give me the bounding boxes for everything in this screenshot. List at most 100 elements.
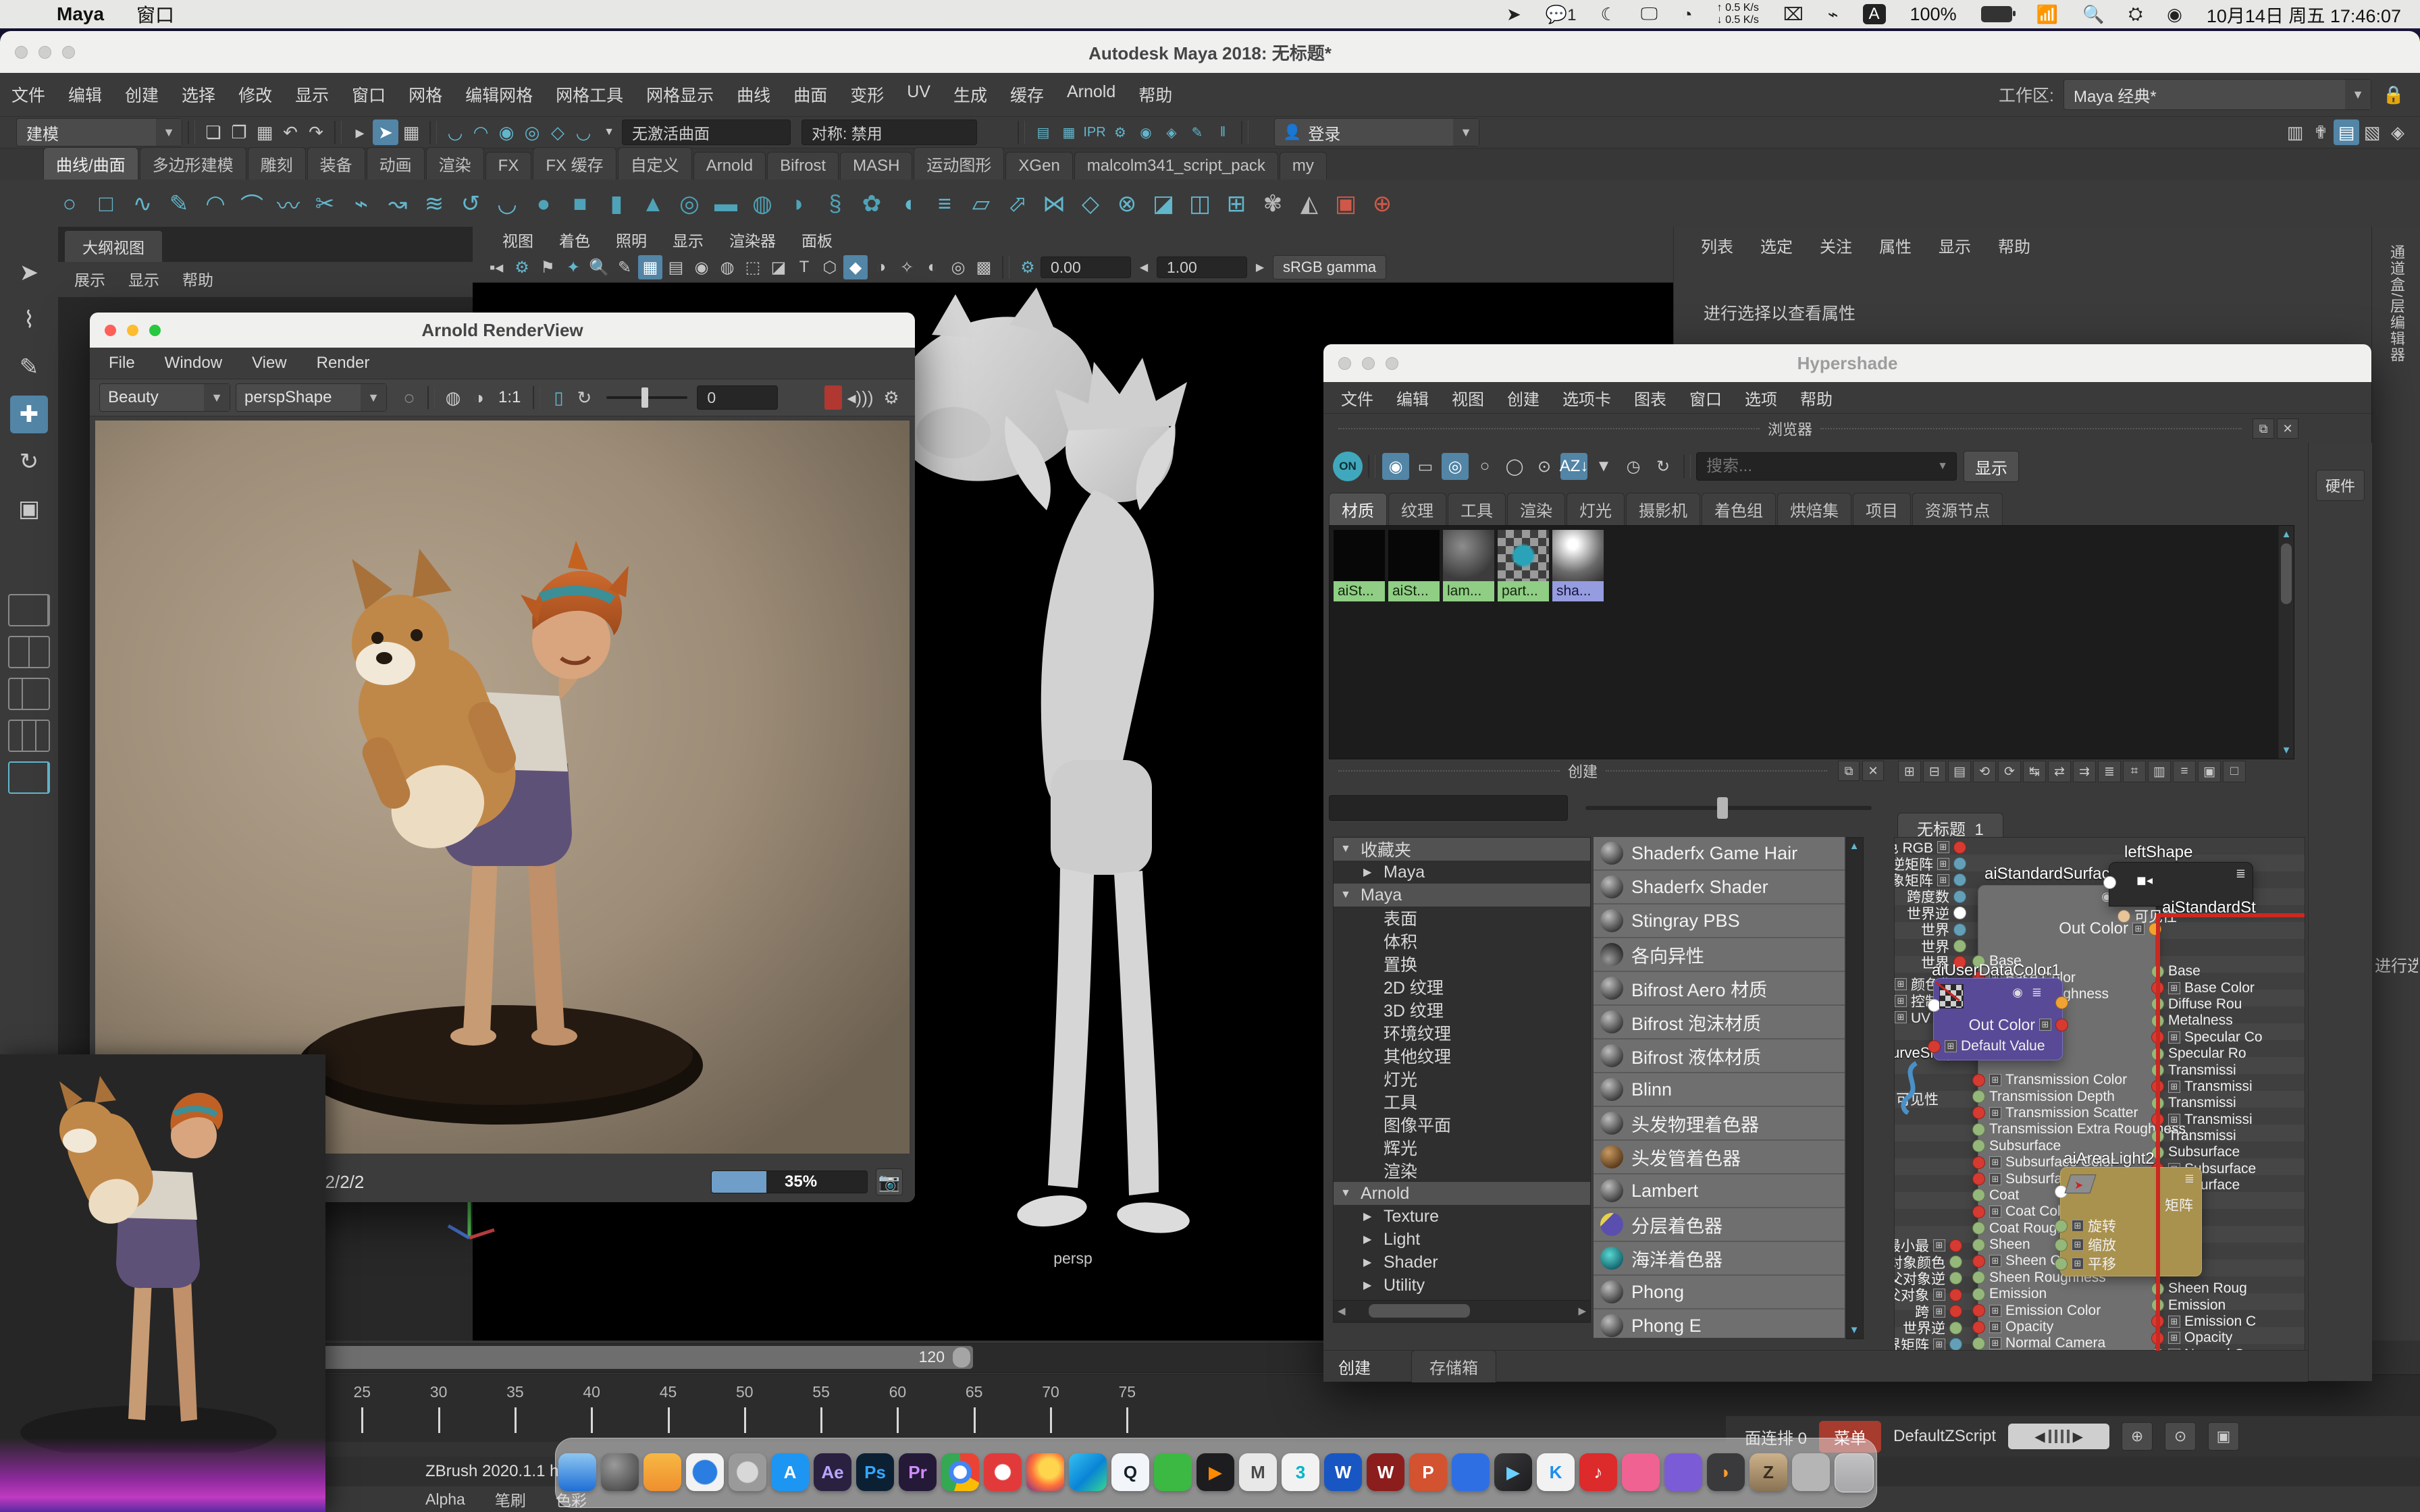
expand-icon[interactable]: ⊞ bbox=[1933, 1239, 1945, 1251]
viewport-menu-item[interactable]: 面板 bbox=[801, 228, 833, 251]
category-row[interactable]: 图像平面 bbox=[1334, 1113, 1590, 1136]
material-list-item[interactable]: Shaderfx Game Hair bbox=[1594, 837, 1845, 871]
snap-icon[interactable]: ◎ bbox=[519, 119, 545, 145]
expand-arrow-icon[interactable]: ▼ bbox=[1340, 1187, 1361, 1199]
port-dot[interactable] bbox=[1972, 1074, 1985, 1087]
connection-wire[interactable] bbox=[2156, 913, 2160, 1351]
node-attr-row[interactable]: ⊞ Emission bbox=[2151, 1297, 2256, 1313]
viewport-toolbar-icon[interactable]: ✎ bbox=[612, 255, 637, 279]
material-list-item[interactable]: 头发物理着色器 bbox=[1594, 1107, 1845, 1141]
category-row[interactable]: 表面 bbox=[1334, 907, 1590, 929]
wechat-icon[interactable]: 💬1 bbox=[1546, 4, 1577, 25]
swatch-toggle-icon[interactable]: ◉ bbox=[2012, 986, 2023, 1000]
material-list-item[interactable]: 海洋着色器 bbox=[1594, 1242, 1845, 1276]
timeline-tick-label[interactable]: 50 bbox=[706, 1383, 783, 1401]
hypershade-menu-item[interactable]: 编辑 bbox=[1396, 386, 1429, 410]
port-dot[interactable] bbox=[1928, 1040, 1941, 1053]
node-attr-row[interactable]: ⊞ Subsurface bbox=[2151, 1144, 2263, 1160]
rgb-channel-icon[interactable]: ◍ bbox=[440, 385, 466, 410]
expand-arrow-icon[interactable]: ▶ bbox=[1363, 1256, 1384, 1269]
browser-toolbar-icon[interactable]: ⊙ bbox=[1531, 453, 1558, 480]
close-panel-icon[interactable]: ✕ bbox=[2277, 418, 2298, 439]
browser-toolbar-icon[interactable]: ↻ bbox=[1650, 453, 1677, 480]
expand-icon[interactable]: ⊞ bbox=[1933, 1305, 1945, 1318]
dock-icon[interactable]: ▶ bbox=[1494, 1453, 1532, 1491]
category-row[interactable]: ▶ Maya bbox=[1334, 861, 1590, 884]
port-dot[interactable] bbox=[1953, 841, 1966, 854]
viewport-toolbar-icon[interactable]: ✦ bbox=[561, 255, 585, 279]
statusline-icon[interactable]: ↶ bbox=[278, 119, 303, 145]
timeline-tick-label[interactable]: 65 bbox=[936, 1383, 1013, 1401]
port-dot[interactable] bbox=[2103, 876, 2116, 889]
shelf-tab[interactable]: FX 缓存 bbox=[533, 147, 616, 180]
category-row[interactable]: 工具 bbox=[1334, 1090, 1590, 1113]
dock-icon[interactable] bbox=[1452, 1453, 1490, 1491]
sidebar-toggle-icon[interactable]: ◈ bbox=[2385, 119, 2411, 145]
refresh-render-icon[interactable]: ↻ bbox=[571, 385, 597, 410]
shelf-tool-icon[interactable]: ● bbox=[525, 186, 562, 222]
browser-toolbar-icon[interactable]: ○ bbox=[1471, 453, 1498, 480]
expand-arrow-icon[interactable]: ▼ bbox=[1340, 889, 1361, 901]
dock-icon[interactable]: Z bbox=[1750, 1453, 1787, 1491]
viewport-menu-item[interactable]: 显示 bbox=[673, 228, 704, 251]
renderview-menu-item[interactable]: View bbox=[252, 354, 287, 373]
viewport-toolbar-icon[interactable]: ⚙ bbox=[510, 255, 534, 279]
float-panel-icon[interactable]: ⧉ bbox=[2253, 418, 2274, 439]
sidebar-toggle-icon[interactable]: ✟ bbox=[2308, 119, 2334, 145]
node-editor-toolbar-icon[interactable]: ⇉ bbox=[2073, 761, 2096, 782]
material-list-scrollbar[interactable]: ▲ ▼ bbox=[1846, 837, 1864, 1339]
attribute-editor-menu-item[interactable]: 属性 bbox=[1879, 234, 1912, 257]
dock-icon[interactable]: M bbox=[1239, 1453, 1277, 1491]
node-attr-row[interactable]: ⊞ Metalness bbox=[2151, 1013, 2263, 1029]
viewport-toolbar-icon[interactable]: ◉ bbox=[689, 255, 714, 279]
range-slider-handle[interactable] bbox=[953, 1347, 970, 1368]
maya-menu-item[interactable]: 网格显示 bbox=[635, 82, 725, 107]
dock-icon[interactable]: K bbox=[1537, 1453, 1575, 1491]
viewport-toolbar-icon[interactable]: ▦ bbox=[638, 255, 662, 279]
port-dot[interactable] bbox=[1972, 1255, 1985, 1268]
category-row[interactable]: 3D 纹理 bbox=[1334, 998, 1590, 1021]
shelf-tool-icon[interactable]: ◍ bbox=[744, 186, 781, 222]
port-dot[interactable] bbox=[1953, 873, 1966, 886]
maya-menu-item[interactable]: 曲面 bbox=[782, 82, 839, 107]
material-list-item[interactable]: 各向异性 bbox=[1594, 938, 1845, 972]
material-list-item[interactable]: Bifrost 泡沫材质 bbox=[1594, 1006, 1845, 1040]
shelf-tool-icon[interactable]: ↝ bbox=[379, 186, 416, 222]
port-dot[interactable] bbox=[1949, 1322, 1962, 1334]
shelf-tool-icon[interactable]: ✿ bbox=[853, 186, 890, 222]
notifications-icon[interactable]: ◂))) bbox=[847, 385, 873, 410]
node-editor-graph[interactable]: 对象颜色 RGB ⊞ 父对象逆矩阵 ⊞ 父对象矩阵 ⊞ 跨度数 ⊞ 世界逆 ⊞ bbox=[1894, 837, 2305, 1351]
browser-toolbar-icon[interactable]: ◷ bbox=[1620, 453, 1647, 480]
browser-tab[interactable]: 渲染 bbox=[1507, 493, 1565, 525]
node-editor-toolbar-icon[interactable]: ⟲ bbox=[1973, 761, 1996, 782]
outliner-menu-item[interactable]: 显示 bbox=[128, 267, 159, 290]
channel-box-tab[interactable]: 通道盒/层编辑器 bbox=[2386, 244, 2407, 363]
expand-icon[interactable]: ⊞ bbox=[2168, 1332, 2180, 1344]
maya-menu-item[interactable]: 编辑网格 bbox=[454, 82, 544, 107]
browser-toolbar-icon[interactable]: ▼ bbox=[1590, 453, 1617, 480]
port-dot[interactable] bbox=[1949, 1289, 1962, 1301]
browser-tab[interactable]: 项目 bbox=[1853, 493, 1911, 525]
viewport-toolbar-icon[interactable]: T bbox=[792, 255, 816, 279]
zbrush-canvas-corner[interactable] bbox=[0, 1054, 325, 1512]
dock-icon[interactable] bbox=[558, 1453, 596, 1491]
category-row[interactable]: 置换 bbox=[1334, 952, 1590, 975]
timeline-tick-label[interactable]: 45 bbox=[630, 1383, 707, 1401]
category-row[interactable]: 环境纹理 bbox=[1334, 1021, 1590, 1044]
port-dot[interactable] bbox=[1953, 890, 1966, 903]
expand-icon[interactable]: ⊞ bbox=[1989, 1074, 2001, 1086]
chevron-right-icon[interactable]: ▶ bbox=[1248, 255, 1272, 279]
camera-dropdown[interactable]: perspShape▼ bbox=[236, 383, 387, 412]
viewport-toolbar-icon[interactable]: ▪◂ bbox=[484, 255, 508, 279]
browser-toolbar-icon[interactable]: ◎ bbox=[1442, 453, 1469, 480]
workspace-dropdown[interactable]: Maya 经典*▼ bbox=[2063, 79, 2371, 110]
snapshot-icon[interactable]: 📷 bbox=[876, 1168, 903, 1195]
hypershade-titlebar[interactable]: Hypershade bbox=[1323, 344, 2371, 382]
dock-icon[interactable]: 3 bbox=[1282, 1453, 1319, 1491]
port-dot[interactable] bbox=[1972, 1206, 1985, 1218]
exposure-field[interactable]: 0.00 bbox=[1041, 256, 1131, 278]
node-attr-row[interactable]: ⊞ Transmissi bbox=[2151, 1095, 2263, 1111]
dock-icon[interactable] bbox=[1792, 1453, 1830, 1491]
maya-menu-item[interactable]: 网格 bbox=[397, 82, 454, 107]
stop-render-icon[interactable] bbox=[824, 385, 842, 410]
